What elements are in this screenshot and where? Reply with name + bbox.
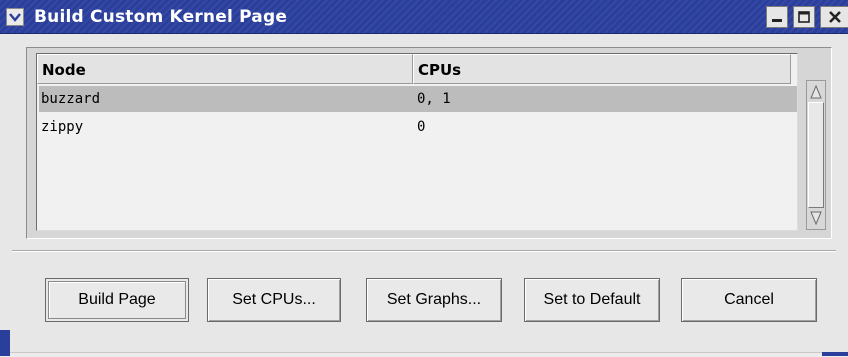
table-row[interactable]: buzzard 0, 1 — [39, 86, 797, 112]
build-page-button[interactable]: Build Page — [45, 278, 189, 322]
set-to-default-button[interactable]: Set to Default — [524, 278, 660, 322]
separator — [12, 250, 836, 252]
scroll-up-button[interactable] — [808, 83, 824, 101]
chevron-down-icon — [9, 13, 21, 22]
window-menu-button[interactable] — [6, 8, 24, 26]
column-header-cpus[interactable]: CPUs — [413, 54, 791, 84]
bottom-strip — [0, 352, 848, 357]
cpus-cell: 0, 1 — [417, 91, 451, 107]
set-graphs-button[interactable]: Set Graphs... — [366, 278, 502, 322]
close-icon — [828, 11, 841, 23]
minimize-icon — [772, 19, 782, 22]
build-kernel-page-window: Build Custom Kernel Page Node CPUs buzza… — [0, 0, 848, 357]
cancel-button[interactable]: Cancel — [681, 278, 817, 322]
cpus-cell: 0 — [417, 119, 426, 135]
arrow-down-icon — [810, 211, 822, 226]
close-button[interactable] — [820, 6, 848, 28]
arrow-up-icon — [810, 84, 822, 99]
node-list[interactable]: Node CPUs buzzard 0, 1 zippy 0 — [36, 53, 798, 231]
maximize-icon — [798, 11, 810, 23]
scrollbar-thumb[interactable] — [808, 102, 824, 208]
column-header-node[interactable]: Node — [37, 54, 413, 84]
maximize-button[interactable] — [793, 6, 815, 28]
title-bar[interactable]: Build Custom Kernel Page — [0, 0, 848, 34]
window-title: Build Custom Kernel Page — [34, 7, 288, 27]
scroll-down-button[interactable] — [808, 209, 824, 227]
window-border-left — [0, 330, 10, 356]
set-cpus-button[interactable]: Set CPUs... — [207, 278, 341, 322]
table-header: Node CPUs — [37, 54, 817, 84]
node-cell: zippy — [41, 119, 84, 135]
minimize-button[interactable] — [766, 6, 788, 28]
table-row[interactable]: zippy 0 — [39, 114, 797, 140]
window-border-right — [822, 352, 848, 356]
vertical-scrollbar[interactable] — [806, 80, 826, 230]
node-cell: buzzard — [41, 91, 101, 107]
